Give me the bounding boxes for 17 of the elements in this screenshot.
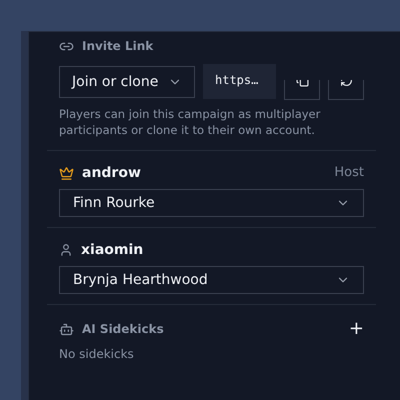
section-title: Invite Link <box>82 38 154 55</box>
character-select[interactable]: Brynja Hearthwood <box>59 266 364 294</box>
refresh-button[interactable] <box>328 80 364 100</box>
empty-message: No sidekicks <box>59 346 135 363</box>
invite-description: Players can join this campaign as multiplayer participants or clone it to their own account. <box>59 106 322 139</box>
robot-icon <box>59 322 74 336</box>
link-field[interactable]: https… <box>203 64 276 99</box>
player-name: androw <box>82 164 141 182</box>
crown-icon <box>59 166 74 180</box>
add-button[interactable]: + <box>348 320 364 338</box>
player-name: xiaomin <box>81 240 144 260</box>
user-icon <box>59 243 73 257</box>
copy-button[interactable] <box>284 80 320 100</box>
mode-select[interactable]: Join or clone <box>59 66 195 98</box>
role-label: Host <box>334 164 364 182</box>
character-select[interactable]: Finn Rourke <box>59 189 364 217</box>
section-title: AI Sidekicks <box>82 321 164 338</box>
